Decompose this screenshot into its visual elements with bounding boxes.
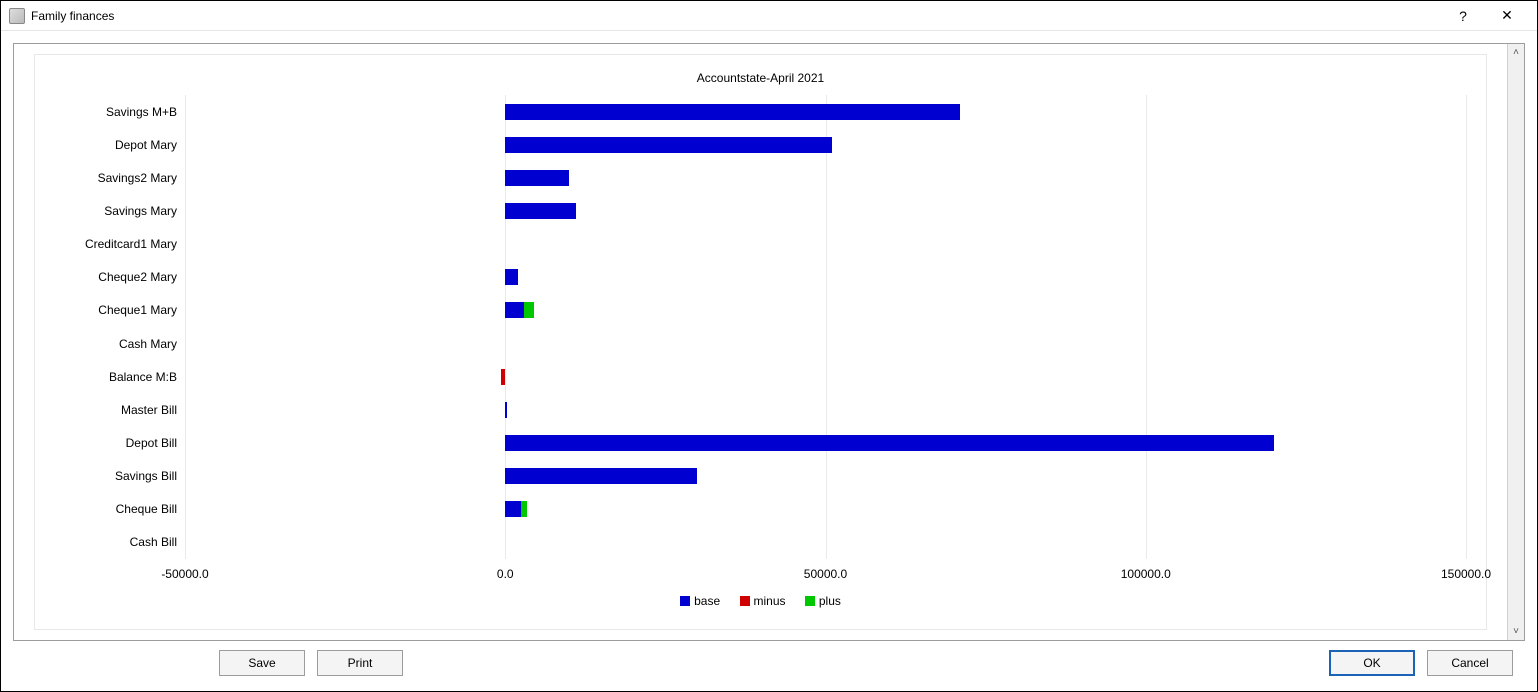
- legend-item-minus: minus: [740, 594, 786, 608]
- app-window: Family finances ? ✕ Accountstate-April 2…: [0, 0, 1538, 692]
- app-icon: [9, 8, 25, 24]
- save-button[interactable]: Save: [219, 650, 305, 676]
- x-tick-label: 100000.0: [1121, 567, 1171, 581]
- category-label: Creditcard1 Mary: [85, 237, 185, 251]
- category-label: Cheque2 Mary: [98, 270, 185, 284]
- chart-row: Savings Bill: [185, 460, 1466, 493]
- bar-base: [505, 104, 960, 120]
- bar-base: [505, 468, 697, 484]
- chart-frame: Accountstate-April 2021 -50000.00.050000…: [13, 43, 1525, 641]
- chart-row: Savings M+B: [185, 95, 1466, 128]
- chart-row: Savings2 Mary: [185, 161, 1466, 194]
- bar-base: [505, 402, 507, 418]
- chart-row: Creditcard1 Mary: [185, 228, 1466, 261]
- category-label: Savings M+B: [106, 105, 185, 119]
- bar-plus: [524, 302, 534, 318]
- chart-row: Depot Bill: [185, 426, 1466, 459]
- bar-base: [505, 501, 521, 517]
- chart-row: Cash Bill: [185, 526, 1466, 559]
- category-label: Cash Mary: [119, 337, 185, 351]
- legend-swatch-base: [680, 596, 690, 606]
- x-tick-label: -50000.0: [161, 567, 208, 581]
- chart-area: Accountstate-April 2021 -50000.00.050000…: [14, 44, 1507, 640]
- bar-base: [505, 302, 524, 318]
- category-label: Savings2 Mary: [98, 171, 185, 185]
- ok-button[interactable]: OK: [1329, 650, 1415, 676]
- category-label: Cheque1 Mary: [98, 303, 185, 317]
- scroll-down-icon[interactable]: ˅: [1508, 623, 1524, 640]
- bar-base: [505, 435, 1274, 451]
- category-label: Cheque Bill: [116, 502, 185, 516]
- vertical-scrollbar[interactable]: ˄ ˅: [1507, 44, 1524, 640]
- chart-title: Accountstate-April 2021: [35, 71, 1486, 85]
- client-area: Accountstate-April 2021 -50000.00.050000…: [1, 31, 1537, 691]
- legend-item-plus: plus: [805, 594, 841, 608]
- chart-row: Cheque1 Mary: [185, 294, 1466, 327]
- category-label: Cash Bill: [130, 535, 185, 549]
- legend-swatch-minus: [740, 596, 750, 606]
- gridline: [1466, 95, 1467, 559]
- legend-item-base: base: [680, 594, 720, 608]
- titlebar: Family finances ? ✕: [1, 1, 1537, 31]
- category-label: Savings Bill: [115, 469, 185, 483]
- bar-base: [505, 170, 569, 186]
- chart-plot: -50000.00.050000.0100000.0150000.0Saving…: [185, 95, 1466, 559]
- bar-base: [505, 137, 832, 153]
- close-button[interactable]: ✕: [1485, 1, 1529, 31]
- category-label: Depot Bill: [126, 436, 185, 450]
- bar-base: [505, 269, 518, 285]
- x-tick-label: 50000.0: [804, 567, 847, 581]
- legend-label-plus: plus: [819, 594, 841, 608]
- category-label: Depot Mary: [115, 138, 185, 152]
- category-label: Savings Mary: [104, 204, 185, 218]
- x-tick-label: 150000.0: [1441, 567, 1491, 581]
- x-tick-label: 0.0: [497, 567, 514, 581]
- chart-row: Cheque Bill: [185, 493, 1466, 526]
- chart-inner: Accountstate-April 2021 -50000.00.050000…: [34, 54, 1487, 630]
- chart-row: Depot Mary: [185, 128, 1466, 161]
- legend-swatch-plus: [805, 596, 815, 606]
- legend-label-minus: minus: [754, 594, 786, 608]
- chart-row: Master Bill: [185, 393, 1466, 426]
- chart-row: Cash Mary: [185, 327, 1466, 360]
- window-title: Family finances: [31, 9, 114, 23]
- category-label: Balance M:B: [109, 370, 185, 384]
- scroll-up-icon[interactable]: ˄: [1508, 44, 1524, 61]
- bar-base: [505, 203, 575, 219]
- print-button[interactable]: Print: [317, 650, 403, 676]
- chart-legend: base minus plus: [35, 594, 1486, 609]
- bar-minus: [501, 369, 505, 385]
- bar-plus: [521, 501, 527, 517]
- button-bar: Save Print OK Cancel: [13, 641, 1525, 685]
- chart-row: Balance M:B: [185, 360, 1466, 393]
- help-button[interactable]: ?: [1441, 1, 1485, 31]
- legend-label-base: base: [694, 594, 720, 608]
- cancel-button[interactable]: Cancel: [1427, 650, 1513, 676]
- chart-row: Cheque2 Mary: [185, 261, 1466, 294]
- chart-row: Savings Mary: [185, 194, 1466, 227]
- category-label: Master Bill: [121, 403, 185, 417]
